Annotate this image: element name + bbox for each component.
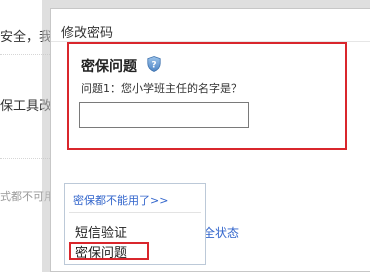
- verification-method-dropdown: 密保都不能用了>> 短信验证 密保问题: [64, 183, 206, 265]
- menu-item-security-question[interactable]: 密保问题: [75, 242, 127, 261]
- security-unavailable-toggle[interactable]: 密保都不能用了>>: [73, 192, 168, 208]
- security-question-section: 密保问题 ? 问题1：您小学班主任的名字是？: [67, 42, 347, 150]
- security-answer-input[interactable]: [79, 102, 249, 128]
- menu-item-sms-verification[interactable]: 短信验证: [75, 222, 127, 241]
- shield-question-icon[interactable]: ?: [147, 56, 161, 72]
- svg-text:?: ?: [151, 61, 156, 71]
- background-text-tools: 保工具改: [0, 99, 53, 114]
- background-text-security: 安全，我: [0, 30, 53, 45]
- security-question-heading: 密保问题: [81, 59, 137, 75]
- security-question-text: 问题1：您小学班主任的名字是？: [81, 82, 242, 95]
- change-password-dialog: 修改密码 密保问题 ? 问题1：您小学班主任的名字是？ 全状态 密保都不能用了>…: [50, 8, 370, 272]
- background-link-status[interactable]: 全状态: [203, 224, 239, 241]
- dialog-title: 修改密码: [61, 26, 114, 41]
- dropdown-divider: [69, 212, 201, 213]
- background-text-unavailable: 式都不可用: [0, 190, 55, 203]
